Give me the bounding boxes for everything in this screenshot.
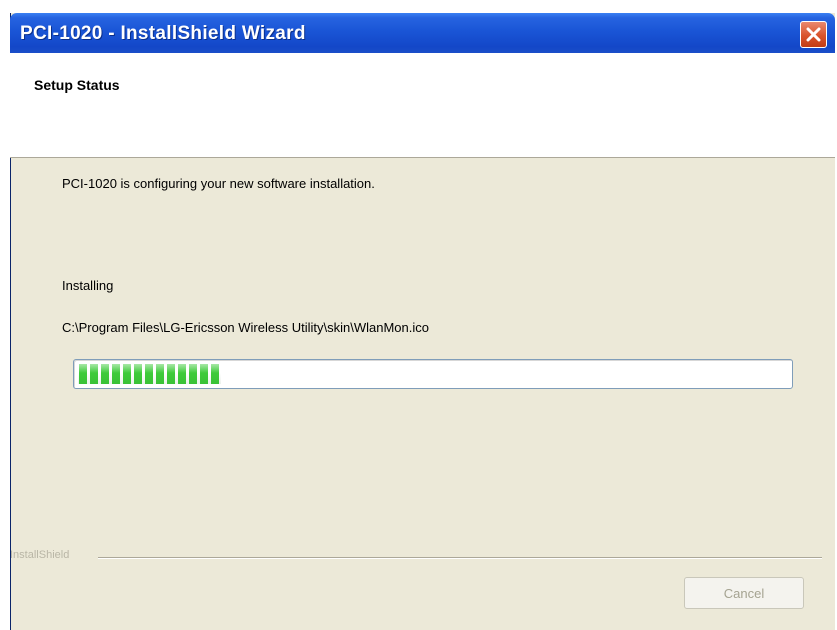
title-bar[interactable]: PCI-1020 - InstallShield Wizard (10, 13, 835, 53)
progress-fill (78, 364, 221, 384)
page-title: Setup Status (34, 77, 120, 93)
installing-label: Installing (62, 278, 114, 293)
status-message: PCI-1020 is configuring your new softwar… (62, 176, 375, 191)
window-title: PCI-1020 - InstallShield Wizard (20, 23, 306, 44)
brand-divider: InstallShield (10, 545, 822, 569)
progress-bar (73, 359, 793, 389)
close-button[interactable] (800, 21, 827, 48)
divider-line (98, 557, 822, 558)
installer-window: PCI-1020 - InstallShield Wizard Setup St… (10, 13, 835, 630)
close-icon (806, 27, 821, 42)
current-file-path: C:\Program Files\LG-Ericsson Wireless Ut… (62, 320, 429, 335)
wizard-header: Setup Status (10, 53, 835, 158)
installshield-brand: InstallShield (10, 549, 70, 561)
cancel-button[interactable]: Cancel (684, 577, 804, 609)
